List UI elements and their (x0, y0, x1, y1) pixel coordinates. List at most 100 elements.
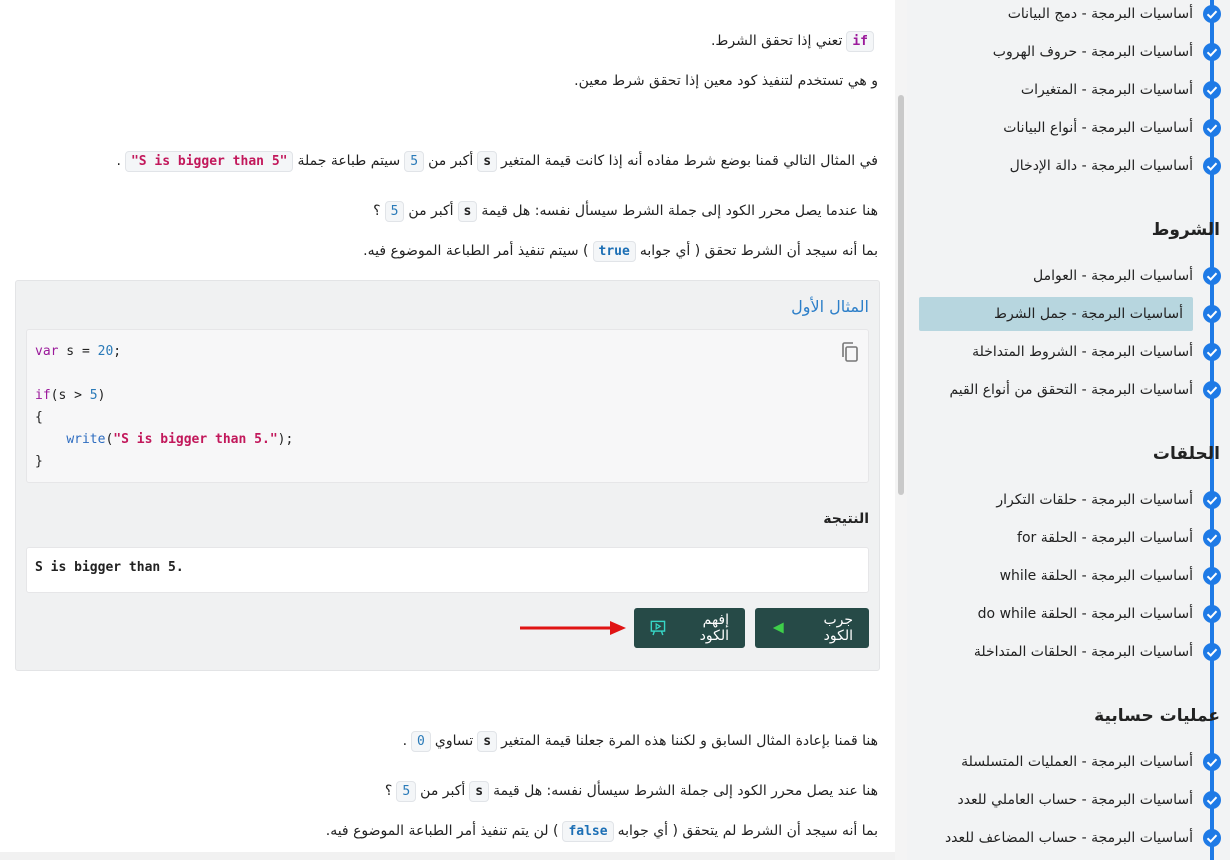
paragraph-text: ) سيتم تنفيذ أمر الطباعة الموضوع فيه. (363, 243, 589, 259)
code-text: var s = 20; if(s > 5) { write("S is bigg… (35, 341, 293, 473)
inline-code: s (477, 731, 498, 752)
sidebar-item[interactable]: أساسيات البرمجة - حروف الهروب (993, 35, 1193, 69)
check-circle-icon (1203, 567, 1221, 585)
check-circle-icon (1203, 81, 1221, 99)
code-token: if (35, 388, 51, 403)
sidebar-item[interactable]: أساسيات البرمجة - الحلقة do while (978, 597, 1193, 631)
paragraph-question-2: هنا عند يصل محرر الكود إلى جملة الشرط سي… (385, 780, 878, 802)
inline-code: true (592, 241, 636, 262)
sidebar-item-active[interactable]: أساسيات البرمجة - جمل الشرط (919, 297, 1193, 331)
paragraph-text: أكبر من (420, 783, 466, 799)
copy-icon[interactable] (840, 341, 860, 363)
paragraph-answer-false: بما أنه سيجد أن الشرط لم يتحقق ( أي جواب… (326, 820, 878, 842)
paragraph-usage: و هي تستخدم لتنفيذ كود معين إذا تحقق شرط… (574, 70, 878, 92)
example-title: المثال الأول (791, 297, 869, 316)
example-box: المثال الأول var s = 20; if(s > 5) { wri… (15, 280, 880, 671)
main-scrollbar[interactable] (895, 0, 907, 860)
result-text: S is bigger than 5. (35, 560, 184, 575)
paragraph-text: سيتم طباعة جملة (297, 153, 401, 169)
paragraph-question: هنا عندما يصل محرر الكود إلى جملة الشرط … (373, 200, 878, 222)
paragraph-text: هنا عندما يصل محرر الكود إلى جملة الشرط … (481, 203, 878, 219)
code-block[interactable]: var s = 20; if(s > 5) { write("S is bigg… (26, 329, 869, 483)
code-token: var (35, 344, 59, 359)
check-circle-icon (1203, 643, 1221, 661)
paragraph-text: ) لن يتم تنفيذ أمر الطباعة الموضوع فيه. (325, 823, 559, 839)
paragraph-text: هنا عند يصل محرر الكود إلى جملة الشرط سي… (493, 783, 878, 799)
code-token: s = (58, 344, 98, 359)
code-token: 5 (89, 388, 98, 403)
sidebar-section-title: عمليات حسابية (1094, 706, 1220, 726)
inline-code: s (477, 151, 498, 172)
paragraph-text: ؟ (373, 203, 381, 219)
paragraph-text: ؟ (384, 783, 393, 799)
paragraph-text: في المثال التالي قمنا بوضع شرط مفاده أنه… (501, 153, 878, 169)
sidebar-item[interactable]: أساسيات البرمجة - دمج البيانات (1008, 0, 1193, 31)
check-circle-icon (1203, 267, 1221, 285)
code-token: ); (277, 432, 294, 447)
check-circle-icon (1203, 791, 1221, 809)
sidebar-item[interactable]: أساسيات البرمجة - حلقات التكرار (996, 483, 1193, 517)
check-circle-icon (1203, 157, 1221, 175)
inline-code: if (846, 31, 874, 52)
sidebar-item[interactable]: أساسيات البرمجة - الحلقة while (1000, 559, 1193, 593)
paragraph-text: . (116, 153, 121, 169)
paragraph-example-intro: في المثال التالي قمنا بوضع شرط مفاده أنه… (116, 150, 878, 172)
paragraph-text: بما أنه سيجد أن الشرط تحقق ( أي جوابه (639, 243, 878, 259)
sidebar-item[interactable]: أساسيات البرمجة - المتغيرات (1021, 73, 1193, 107)
bottom-edge (0, 852, 895, 860)
code-token: ) (97, 388, 106, 403)
paragraph-text: تساوي (434, 733, 474, 749)
sidebar-item[interactable]: أساسيات البرمجة - الحلقة for (1017, 521, 1193, 555)
sidebar-item[interactable]: أساسيات البرمجة - العوامل (1033, 259, 1193, 293)
check-circle-icon (1203, 343, 1221, 361)
result-box: S is bigger than 5. (26, 547, 869, 593)
inline-code: 5 (404, 151, 425, 172)
paragraph-text: هنا قمنا بإعادة المثال السابق و لكننا هذ… (501, 733, 878, 749)
code-token: (s > (50, 388, 90, 403)
sidebar-item[interactable]: أساسيات البرمجة - حساب المضاعف للعدد (945, 821, 1193, 855)
check-circle-icon (1203, 5, 1221, 23)
sidebar-item[interactable]: أساسيات البرمجة - حساب العاملي للعدد (957, 783, 1193, 817)
check-circle-icon (1203, 605, 1221, 623)
code-token: } (35, 454, 43, 469)
paragraph-if-meaning: ifتعني إذا تحقق الشرط. (711, 30, 878, 52)
check-circle-icon (1203, 381, 1221, 399)
check-circle-icon (1203, 305, 1221, 323)
sidebar-section-title: الحلقات (1152, 444, 1220, 464)
paragraph-text: . (402, 733, 408, 749)
result-label: النتيجة (823, 511, 869, 527)
sidebar-item[interactable]: أساسيات البرمجة - دالة الإدخال (1010, 149, 1193, 183)
explain-code-button[interactable]: إفهم الكود (634, 608, 745, 648)
check-circle-icon (1203, 491, 1221, 509)
main-content: ifتعني إذا تحقق الشرط. و هي تستخدم لتنفي… (0, 0, 895, 860)
button-label: جرب الكود (823, 612, 853, 644)
paragraph-text: أكبر من (428, 153, 474, 169)
code-token: 20 (97, 344, 114, 359)
sidebar-item[interactable]: أساسيات البرمجة - الحلقات المتداخلة (974, 635, 1193, 669)
red-arrow-icon (520, 621, 626, 635)
button-label: إفهم الكود (699, 612, 729, 644)
check-circle-icon (1203, 829, 1221, 847)
paragraph-text: أكبر من (408, 203, 454, 219)
inline-code: 0 (411, 731, 431, 752)
paragraph-text: و هي تستخدم لتنفيذ كود معين إذا تحقق شرط… (574, 73, 878, 89)
check-circle-icon (1203, 119, 1221, 137)
sidebar-item[interactable]: أساسيات البرمجة - أنواع البيانات (1003, 111, 1193, 145)
try-code-button[interactable]: جرب الكود (755, 608, 869, 648)
sidebar-item[interactable]: أساسيات البرمجة - الشروط المتداخلة (972, 335, 1193, 369)
paragraph-answer-true: بما أنه سيجد أن الشرط تحقق ( أي جوابهtru… (363, 240, 878, 262)
scrollbar-thumb[interactable] (898, 95, 904, 495)
sidebar-item[interactable]: أساسيات البرمجة - العمليات المتسلسلة (961, 745, 1193, 779)
inline-code: 5 (384, 201, 405, 222)
inline-code: "S is bigger than 5" (124, 151, 294, 172)
sidebar-item[interactable]: أساسيات البرمجة - التحقق من أنواع القيم (949, 373, 1193, 407)
inline-code: s (457, 201, 478, 222)
inline-code: 5 (396, 781, 417, 802)
code-token: write (66, 432, 106, 447)
play-icon (772, 622, 784, 634)
check-circle-icon (1203, 43, 1221, 61)
paragraph-text: تعني إذا تحقق الشرط. (710, 33, 843, 49)
code-token: ; (113, 344, 122, 359)
sidebar: أساسيات البرمجة - دمج البيانات أساسيات ال… (907, 0, 1230, 860)
presentation-icon (650, 620, 666, 636)
